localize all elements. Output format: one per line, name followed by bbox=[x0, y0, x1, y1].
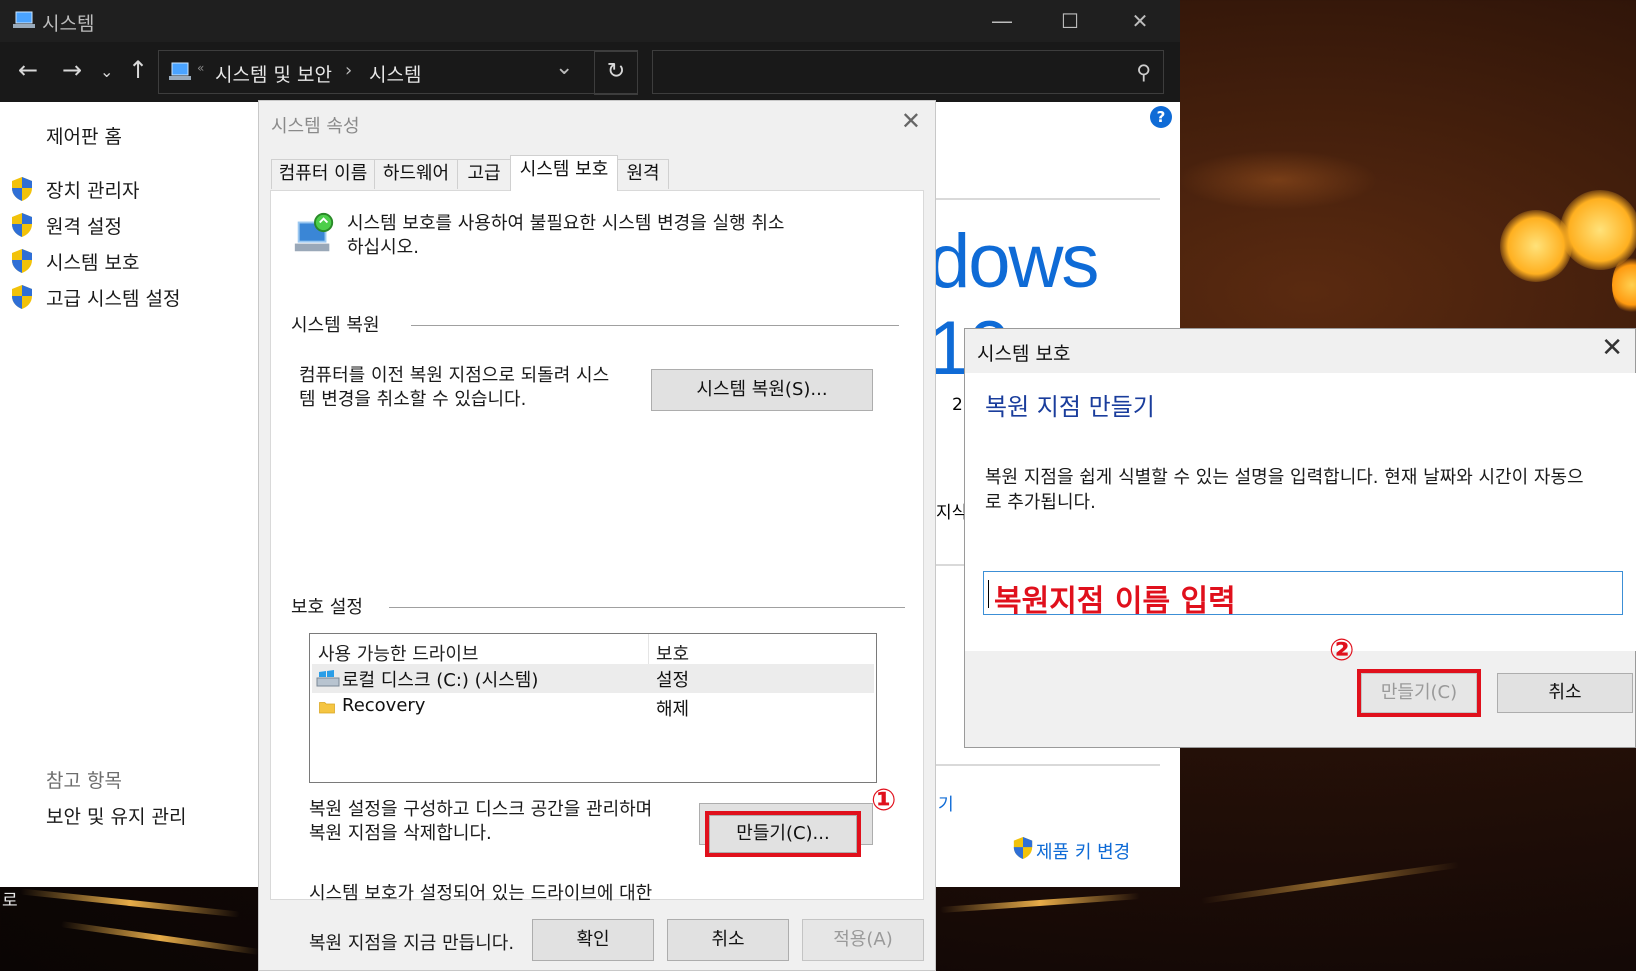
security-maintenance-link[interactable]: 보안 및 유지 관리 bbox=[46, 802, 186, 829]
input-value: 복원지점 이름 입력 bbox=[994, 584, 1236, 619]
column-header-protection[interactable]: 보호 bbox=[656, 640, 689, 666]
system-restore-group-label: 시스템 복원 bbox=[291, 315, 380, 336]
folder-icon bbox=[319, 702, 335, 714]
drive-protection-status: 설정 bbox=[656, 670, 690, 691]
address-dropdown-chevron-icon[interactable]: ⌄ bbox=[555, 55, 573, 80]
light-streak bbox=[940, 893, 1140, 913]
restore-point-name-input[interactable]: 복원지점 이름 입력 bbox=[983, 571, 1623, 619]
uac-shield-icon bbox=[12, 285, 32, 309]
apply-button[interactable]: 적용(A) bbox=[802, 919, 924, 961]
group-divider bbox=[389, 607, 905, 608]
see-also-heading: 참고 항목 bbox=[46, 770, 122, 792]
partial-text: 2 bbox=[952, 395, 963, 415]
description-line1: 복원 지점을 쉽게 식별할 수 있는 설명을 입력합니다. 현재 날짜와 시간이… bbox=[985, 467, 1584, 488]
group-divider bbox=[411, 325, 899, 326]
dialog-description: 복원 지점을 쉽게 식별할 수 있는 설명을 입력합니다. 현재 날짜와 시간이… bbox=[985, 465, 1635, 515]
overflow-marker[interactable]: « bbox=[197, 61, 204, 75]
drive-icon bbox=[316, 670, 340, 687]
partial-link-text[interactable]: 기 bbox=[938, 790, 954, 815]
column-divider bbox=[648, 634, 649, 664]
maximize-button[interactable]: ☐ bbox=[1040, 6, 1100, 36]
system-protection-icon bbox=[294, 212, 334, 252]
change-product-key-link[interactable]: 제품 키 변경 bbox=[1036, 838, 1130, 864]
close-icon[interactable]: ✕ bbox=[901, 107, 921, 135]
light-bokeh bbox=[1178, 150, 1378, 210]
highlight-box-1 bbox=[705, 811, 861, 857]
background-partial-text: 로 bbox=[2, 891, 18, 911]
partial-text: 지식 bbox=[936, 503, 968, 523]
breadcrumb-system[interactable]: 시스템 bbox=[369, 60, 421, 87]
tab-advanced[interactable]: 고급 bbox=[457, 159, 511, 189]
column-header-drives[interactable]: 사용 가능한 드라이브 bbox=[318, 640, 478, 666]
dialog-title: 시스템 속성 bbox=[271, 116, 360, 137]
remote-settings-link[interactable]: 원격 설정 bbox=[46, 212, 122, 239]
restore-description-line2: 템 변경을 취소할 수 있습니다. bbox=[299, 389, 527, 410]
tab-system-protection[interactable]: 시스템 보호 bbox=[510, 155, 618, 191]
back-arrow-icon[interactable]: ← bbox=[18, 56, 38, 84]
tab-computer-name[interactable]: 컴퓨터 이름 bbox=[271, 159, 375, 189]
system-icon bbox=[13, 11, 35, 28]
search-icon[interactable]: ⚲ bbox=[1136, 60, 1151, 84]
system-restore-button[interactable]: 시스템 복원(S)... bbox=[651, 369, 873, 411]
system-protection-panel: 시스템 보호를 사용하여 불필요한 시스템 변경을 실행 취소 하십시오. 시스… bbox=[270, 190, 924, 954]
system-protection-link[interactable]: 시스템 보호 bbox=[46, 248, 139, 275]
uac-shield-icon bbox=[1013, 837, 1033, 859]
restore-description-line1: 컴퓨터를 이전 복원 지점으로 되돌려 시스 bbox=[299, 365, 610, 386]
uac-shield-icon bbox=[12, 177, 32, 201]
configure-description-line1: 복원 설정을 구성하고 디스크 공간을 관리하며 bbox=[309, 799, 653, 820]
tab-hardware[interactable]: 하드웨어 bbox=[374, 159, 458, 189]
step-2-marker: ② bbox=[1329, 633, 1355, 668]
cancel-button[interactable]: 취소 bbox=[1497, 673, 1633, 713]
cancel-button[interactable]: 취소 bbox=[667, 919, 789, 961]
help-icon[interactable]: ? bbox=[1150, 106, 1172, 128]
control-panel-icon bbox=[169, 62, 191, 80]
uac-shield-icon bbox=[12, 249, 32, 273]
breadcrumb-separator-icon[interactable]: › bbox=[345, 60, 352, 81]
up-arrow-icon[interactable]: ↑ bbox=[128, 56, 148, 84]
forward-arrow-icon[interactable]: → bbox=[62, 56, 82, 84]
create-description-line1: 시스템 보호가 설정되어 있는 드라이브에 대한 bbox=[309, 883, 653, 904]
refresh-icon[interactable]: ↻ bbox=[594, 51, 638, 95]
system-properties-dialog: 시스템 속성 ✕ 컴퓨터 이름 하드웨어 고급 시스템 보호 원격 시스템 보호… bbox=[258, 100, 936, 971]
intro-text-line2: 하십시오. bbox=[347, 237, 419, 258]
minimize-button[interactable]: ― bbox=[972, 6, 1032, 36]
highlight-box-2 bbox=[1357, 669, 1481, 717]
step-1-marker: ① bbox=[871, 783, 897, 818]
configure-description-line2: 복원 지점을 삭제합니다. bbox=[309, 823, 492, 844]
close-button[interactable]: ✕ bbox=[1110, 6, 1170, 36]
divider bbox=[936, 198, 1160, 200]
protection-settings-group-label: 보호 설정 bbox=[291, 597, 363, 618]
dialog-heading: 복원 지점 만들기 bbox=[985, 393, 1155, 421]
recent-chevron-down-icon[interactable]: ⌄ bbox=[100, 62, 113, 81]
light-streak bbox=[60, 921, 260, 955]
uac-shield-icon bbox=[12, 213, 32, 237]
light-streak bbox=[20, 888, 240, 918]
device-manager-link[interactable]: 장치 관리자 bbox=[46, 176, 139, 203]
description-line2: 로 추가됩니다. bbox=[985, 492, 1096, 513]
create-restore-point-dialog: 시스템 보호 ✕ 복원 지점 만들기 복원 지점을 쉽게 식별할 수 있는 설명… bbox=[964, 328, 1636, 748]
divider bbox=[936, 764, 1160, 766]
close-icon[interactable]: ✕ bbox=[1601, 333, 1623, 363]
light-streak bbox=[1200, 861, 1460, 905]
advanced-system-settings-link[interactable]: 고급 시스템 설정 bbox=[46, 284, 180, 311]
text-caret bbox=[988, 580, 989, 608]
table-row[interactable]: Recovery 해제 bbox=[312, 693, 874, 722]
drive-list: 사용 가능한 드라이브 보호 로컬 디스크 (C:) (시스템) 설정 Reco… bbox=[309, 633, 877, 783]
dialog-title: 시스템 보호 bbox=[977, 343, 1071, 365]
intro-text-line1: 시스템 보호를 사용하여 불필요한 시스템 변경을 실행 취소 bbox=[347, 213, 785, 234]
search-input[interactable]: ⚲ bbox=[652, 50, 1164, 94]
control-panel-home-link[interactable]: 제어판 홈 bbox=[46, 122, 122, 149]
ok-button[interactable]: 확인 bbox=[532, 919, 654, 961]
table-row[interactable]: 로컬 디스크 (C:) (시스템) 설정 bbox=[312, 664, 874, 693]
create-description-line2: 복원 지점을 지금 만듭니다. bbox=[309, 933, 515, 954]
address-bar[interactable]: « 시스템 및 보안 › 시스템 ⌄ bbox=[158, 50, 638, 94]
tab-remote[interactable]: 원격 bbox=[617, 159, 669, 189]
breadcrumb-system-security[interactable]: 시스템 및 보안 bbox=[215, 60, 332, 87]
title-bar: 시스템 ― ☐ ✕ bbox=[0, 0, 1180, 42]
window-title: 시스템 bbox=[42, 13, 95, 35]
drive-protection-status: 해제 bbox=[656, 699, 690, 720]
drive-name: Recovery bbox=[342, 695, 426, 716]
drive-name: 로컬 디스크 (C:) (시스템) bbox=[342, 670, 539, 691]
navigation-bar: ← → ⌄ ↑ « 시스템 및 보안 › 시스템 ⌄ ↻ ⚲ bbox=[0, 42, 1180, 102]
